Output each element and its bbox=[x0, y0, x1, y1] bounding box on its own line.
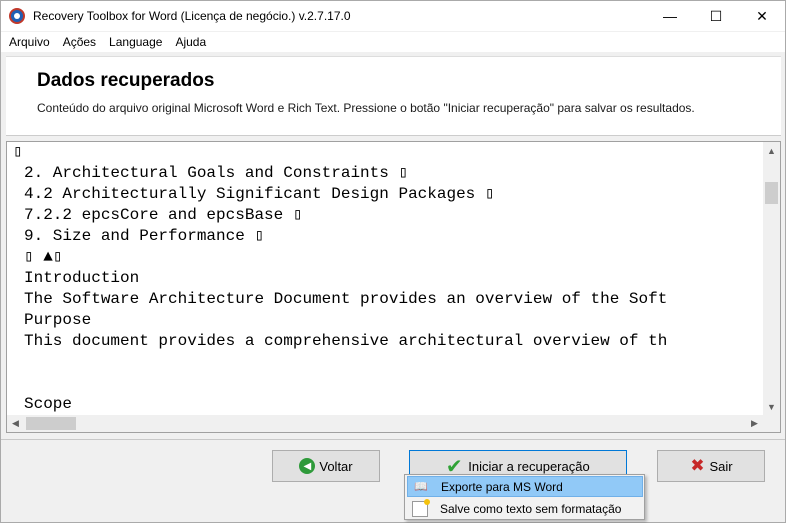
recovered-content-viewer[interactable]: ▯ 2. Architectural Goals and Constraints… bbox=[6, 141, 781, 433]
menu-item-save-text[interactable]: Salve como texto sem formatação bbox=[407, 498, 643, 519]
recovery-options-menu: 📖 Exporte para MS Word Salve como texto … bbox=[404, 474, 645, 520]
vertical-scroll-thumb[interactable] bbox=[765, 182, 778, 204]
menu-bar: Arquivo Ações Language Ajuda bbox=[1, 32, 785, 52]
horizontal-scroll-thumb[interactable] bbox=[26, 417, 76, 430]
exit-button-label: Sair bbox=[709, 458, 733, 474]
scroll-up-icon[interactable]: ▲ bbox=[763, 142, 780, 159]
text-line: Introduction bbox=[24, 269, 140, 287]
window-title: Recovery Toolbox for Word (Licença de ne… bbox=[33, 9, 351, 23]
start-recovery-label: Iniciar a recuperação bbox=[468, 458, 590, 474]
text-line: 9. Size and Performance ▯ bbox=[24, 227, 265, 245]
minimize-button[interactable]: — bbox=[647, 1, 693, 31]
text-line: ▯ bbox=[13, 143, 23, 161]
scroll-left-icon[interactable]: ◀ bbox=[7, 415, 24, 432]
menu-ajuda[interactable]: Ajuda bbox=[170, 35, 211, 49]
app-window: Recovery Toolbox for Word (Licença de ne… bbox=[0, 0, 786, 523]
back-button[interactable]: ◀ Voltar bbox=[272, 450, 380, 482]
scroll-corner bbox=[763, 415, 780, 432]
text-line: 4.2 Architecturally Significant Design P… bbox=[24, 185, 495, 203]
menu-item-export-word[interactable]: 📖 Exporte para MS Word bbox=[407, 476, 643, 497]
text-line bbox=[7, 373, 763, 394]
page-description: Conteúdo do arquivo original Microsoft W… bbox=[37, 101, 695, 115]
book-icon: 📖 bbox=[414, 481, 428, 493]
exit-button[interactable]: ✖ Sair bbox=[657, 450, 765, 482]
text-file-icon bbox=[412, 498, 430, 517]
maximize-button[interactable]: ☐ bbox=[693, 1, 739, 31]
text-line bbox=[7, 352, 763, 373]
text-line: Scope bbox=[24, 395, 73, 413]
menu-acoes[interactable]: Ações bbox=[58, 35, 101, 49]
red-x-icon: ✖ bbox=[690, 456, 705, 475]
scroll-down-icon[interactable]: ▼ bbox=[763, 398, 780, 415]
horizontal-scrollbar[interactable]: ◀ ▶ bbox=[7, 415, 763, 432]
recovered-text[interactable]: ▯ 2. Architectural Goals and Constraints… bbox=[7, 142, 763, 415]
page-title: Dados recuperados bbox=[37, 70, 215, 91]
footer-divider bbox=[1, 439, 785, 440]
vertical-scrollbar[interactable]: ▲ ▼ bbox=[763, 142, 780, 415]
window-controls: — ☐ ✕ bbox=[647, 1, 785, 31]
menu-arquivo[interactable]: Arquivo bbox=[4, 35, 55, 49]
back-button-label: Voltar bbox=[319, 458, 353, 474]
title-bar[interactable]: Recovery Toolbox for Word (Licença de ne… bbox=[1, 1, 785, 31]
app-icon bbox=[9, 8, 25, 24]
menu-item-label: Salve como texto sem formatação bbox=[440, 501, 622, 516]
scroll-right-icon[interactable]: ▶ bbox=[746, 415, 763, 432]
menu-item-label: Exporte para MS Word bbox=[441, 479, 563, 494]
text-line: This document provides a comprehensive a… bbox=[24, 332, 668, 350]
text-line: 2. Architectural Goals and Constraints ▯ bbox=[24, 164, 409, 182]
text-line: Purpose bbox=[24, 311, 92, 329]
text-line: The Software Architecture Document provi… bbox=[24, 290, 668, 308]
header-panel: Dados recuperados Conteúdo do arquivo or… bbox=[6, 56, 781, 136]
text-line: ▯ ▲▯ bbox=[24, 248, 63, 266]
close-button[interactable]: ✕ bbox=[739, 1, 785, 31]
text-line: 7.2.2 epcsCore and epcsBase ▯ bbox=[24, 206, 303, 224]
checkmark-icon: ✔ bbox=[445, 455, 463, 478]
back-arrow-icon: ◀ bbox=[299, 458, 316, 474]
menu-language[interactable]: Language bbox=[104, 35, 167, 49]
